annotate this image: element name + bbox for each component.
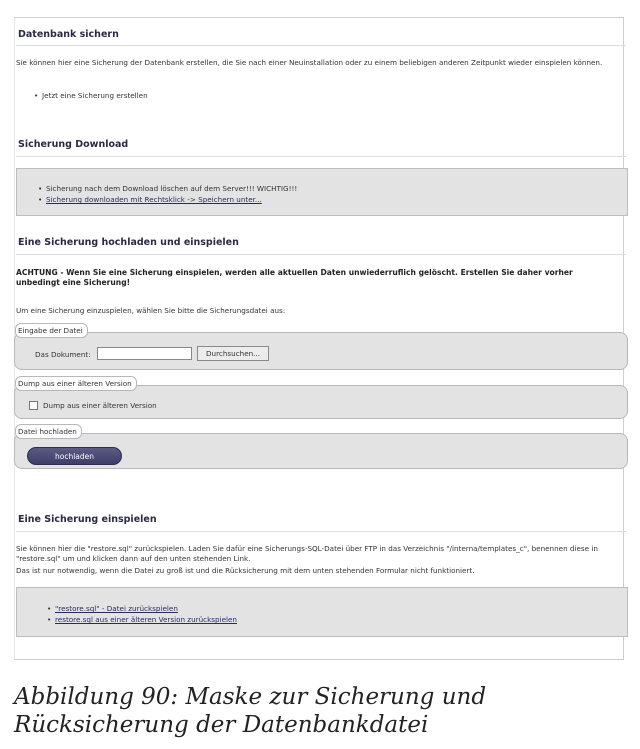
upload-legend: Datei hochladen [15,424,82,439]
list-item: Sicherung nach dem Download löschen auf … [38,184,297,193]
document-label: Das Dokument: [35,350,91,359]
list-item: Sicherung downloaden mit Rechtsklick -> … [38,195,262,204]
list-item: Jetzt eine Sicherung erstellen [34,91,148,100]
restore-old-version-link[interactable]: restore.sql aus einer älteren Version zu… [55,615,237,624]
upload-fieldset: Datei hochladen hochladen [14,424,628,469]
restore-section-title: Eine Sicherung einspielen [18,514,157,525]
old-dump-legend: Dump aus einer älteren Version [15,376,137,391]
old-dump-fieldset: Dump aus einer älteren Version Dump aus … [14,376,628,419]
upload-section-title: Eine Sicherung hochladen und einspielen [18,237,239,248]
list-item: "restore.sql" - Datei zurückspielen [47,604,178,613]
restore-note: Das ist nur notwendig, wenn die Datei zu… [16,566,475,575]
divider [16,254,626,255]
download-box: Sicherung nach dem Download löschen auf … [16,168,628,216]
browse-button[interactable]: Durchsuchen... [197,346,270,361]
restore-sql-link[interactable]: "restore.sql" - Datei zurückspielen [55,604,178,613]
backup-description: Sie können hier eine Sicherung der Daten… [16,58,603,67]
download-backup-link[interactable]: Sicherung downloaden mit Rechtsklick -> … [46,195,262,204]
upload-instruction: Um eine Sicherung einzuspielen, wählen S… [16,306,286,315]
list-item: restore.sql aus einer älteren Version zu… [47,615,237,624]
download-section-title: Sicherung Download [18,139,129,150]
divider [16,45,626,46]
divider [16,531,626,532]
backup-section-title: Datenbank sichern [18,29,119,40]
upload-warning: ACHTUNG - Wenn Sie eine Sicherung einspi… [16,268,573,287]
figure-caption: Abbildung 90: Maske zur Sicherung und Rü… [14,684,487,738]
old-dump-checkbox-label: Dump aus einer älteren Version [43,401,157,410]
file-input-legend: Eingabe der Datei [15,323,88,338]
delete-after-download-link[interactable]: Sicherung nach dem Download löschen auf … [46,184,297,193]
restore-description: Sie können hier die "restore.sql" zurück… [16,544,598,563]
divider [16,156,626,157]
file-input-fieldset: Eingabe der Datei Das Dokument: Durchsuc… [14,323,628,370]
restore-box: "restore.sql" - Datei zurückspielen rest… [16,587,628,637]
file-path-input[interactable] [97,347,192,360]
create-backup-link[interactable]: Jetzt eine Sicherung erstellen [42,91,148,100]
old-dump-checkbox[interactable] [29,401,38,410]
upload-button[interactable]: hochladen [27,447,122,465]
